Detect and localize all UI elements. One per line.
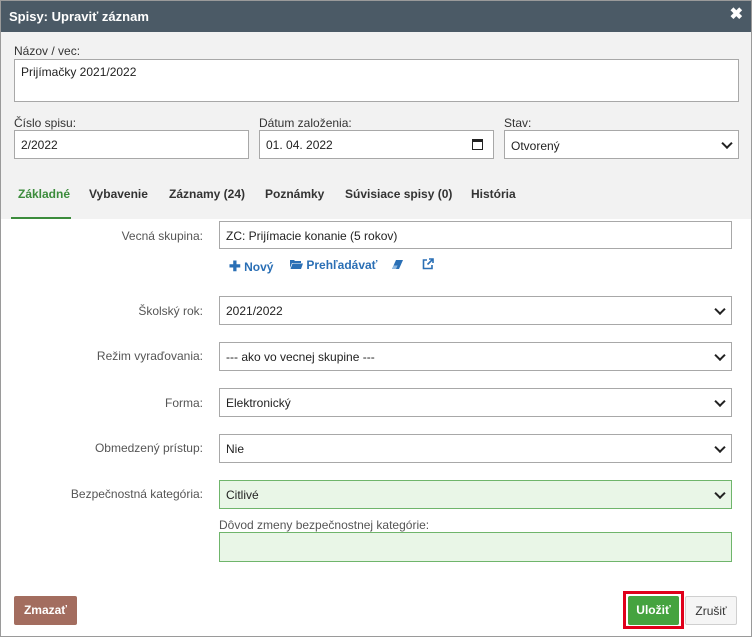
security-category-select[interactable]: Citlivé (219, 480, 732, 509)
dialog-title: Spisy: Upraviť záznam (9, 9, 149, 24)
new-link-label: Nový (244, 260, 274, 274)
school-year-label: Školský rok: (138, 304, 203, 318)
dialog-titlebar: Spisy: Upraviť záznam ✖ (1, 1, 751, 32)
open-external-link[interactable] (422, 258, 434, 272)
browse-link[interactable]: Prehľadávať (290, 258, 377, 272)
subject-group-value: ZC: Prijímacie konanie (5 rokov) (226, 229, 398, 243)
browse-link-label: Prehľadávať (306, 258, 378, 272)
name-textarea[interactable]: Prijímačky 2021/2022 (14, 59, 739, 102)
chevron-down-icon (721, 137, 733, 149)
new-link[interactable]: ✚ Nový (229, 258, 273, 275)
date-input[interactable]: 01. 04. 2022 (259, 130, 494, 159)
date-value: 01. 04. 2022 (266, 138, 333, 152)
eraser-icon (392, 260, 403, 269)
tab-related-files[interactable]: Súvisiace spisy (0) (345, 187, 452, 201)
file-number-value: 2/2022 (21, 138, 58, 152)
tab-basic[interactable]: Základné (18, 187, 70, 201)
chevron-down-icon (714, 441, 726, 453)
external-link-icon (422, 258, 434, 270)
date-label: Dátum založenia: (259, 116, 352, 130)
restricted-access-value: Nie (226, 442, 245, 456)
folder-open-icon (290, 260, 303, 269)
discard-mode-label: Režim vyraďovania: (96, 349, 203, 363)
chevron-down-icon (714, 349, 726, 361)
security-category-label: Bezpečnostná kategória: (70, 487, 203, 501)
state-value: Otvorený (511, 139, 560, 153)
state-select[interactable]: Otvorený (504, 130, 739, 159)
file-number-label: Číslo spisu: (14, 116, 77, 130)
restricted-access-select[interactable]: Nie (219, 434, 732, 463)
form-value: Elektronický (226, 396, 291, 410)
cancel-button[interactable]: Zrušiť (685, 596, 737, 625)
form-select[interactable]: Elektronický (219, 388, 732, 417)
tab-records[interactable]: Záznamy (24) (169, 187, 245, 201)
name-label: Názov / vec: (14, 44, 81, 58)
subject-group-input[interactable]: ZC: Prijímacie konanie (5 rokov) (219, 221, 732, 249)
chevron-down-icon (714, 487, 726, 499)
reason-label: Dôvod zmeny bezpečnostnej kategórie: (219, 518, 430, 532)
subject-group-label: Vecná skupina: (121, 229, 203, 243)
edit-record-dialog: Spisy: Upraviť záznam ✖ Názov / vec: Pri… (0, 0, 752, 637)
plus-icon: ✚ (229, 258, 241, 274)
save-button[interactable]: Uložiť (628, 596, 679, 625)
security-category-value: Citlivé (226, 488, 259, 502)
close-icon[interactable]: ✖ (730, 7, 743, 23)
form-label: Forma: (164, 396, 203, 410)
tab-history[interactable]: História (471, 187, 516, 201)
clear-link[interactable] (391, 258, 404, 272)
delete-button[interactable]: Zmazať (14, 596, 77, 625)
tab-equipment[interactable]: Vybavenie (89, 187, 148, 201)
school-year-select[interactable]: 2021/2022 (219, 296, 732, 325)
state-label: Stav: (504, 116, 532, 130)
discard-mode-value: --- ako vo vecnej skupine --- (226, 350, 375, 364)
reason-textarea[interactable] (219, 532, 732, 562)
tab-notes[interactable]: Poznámky (265, 187, 324, 201)
chevron-down-icon (714, 395, 726, 407)
active-tab-indicator (11, 217, 71, 219)
calendar-icon[interactable] (472, 139, 483, 150)
restricted-access-label: Obmedzený prístup: (94, 441, 203, 455)
discard-mode-select[interactable]: --- ako vo vecnej skupine --- (219, 342, 732, 371)
file-number-input[interactable]: 2/2022 (14, 130, 249, 159)
school-year-value: 2021/2022 (226, 304, 283, 318)
chevron-down-icon (714, 303, 726, 315)
tab-bar: Základné Vybavenie Záznamy (24) Poznámky… (1, 171, 751, 219)
